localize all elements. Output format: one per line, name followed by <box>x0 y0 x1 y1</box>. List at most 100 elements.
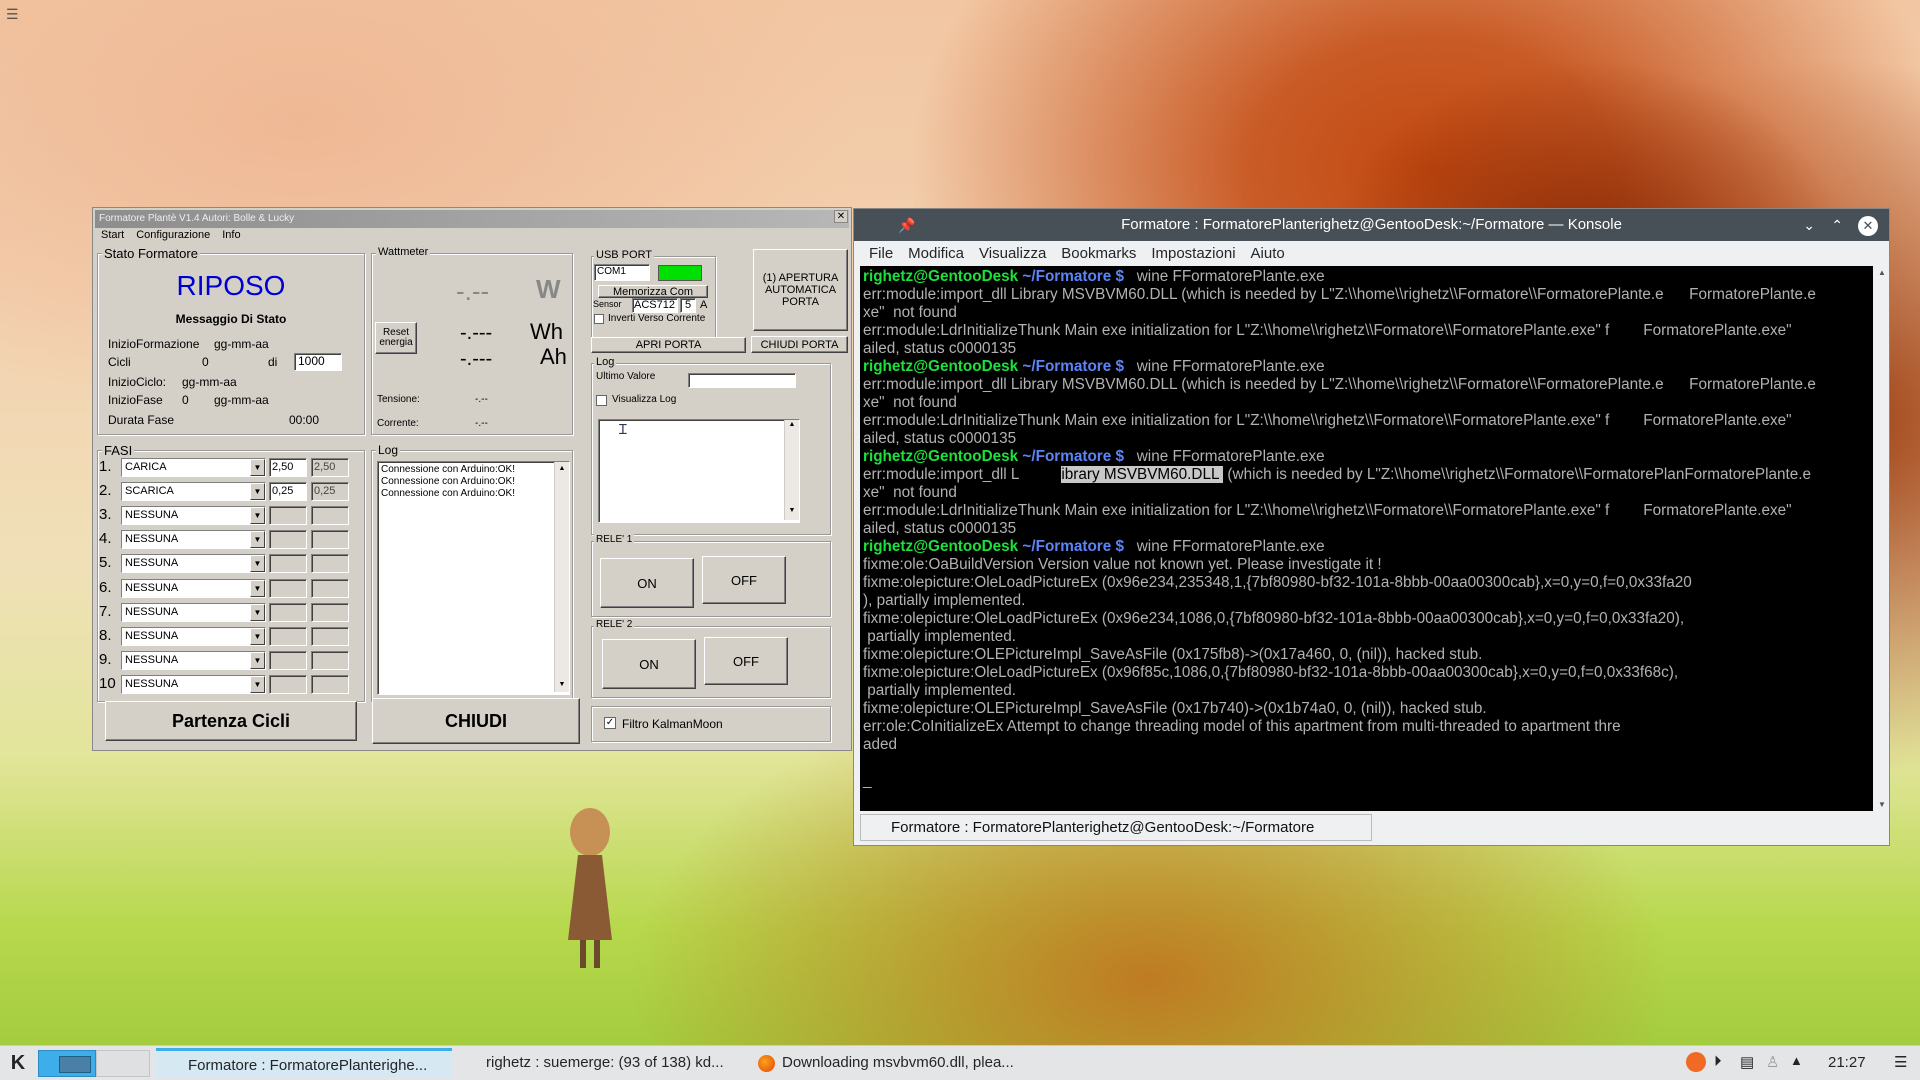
terminal-scrollbar[interactable]: ▲ ▼ <box>1876 266 1888 811</box>
fase-value-1[interactable] <box>269 530 307 550</box>
menu-bookmarks[interactable]: Bookmarks <box>1061 243 1136 265</box>
menu-info[interactable]: Info <box>222 229 240 245</box>
minimize-icon[interactable]: ⌄ <box>1803 209 1815 241</box>
menu-configurazione[interactable]: Configurazione <box>136 229 210 245</box>
log-value-textarea[interactable]: Ɪ ▲ ▼ <box>598 419 800 523</box>
taskbar: K Formatore : FormatorePlanterighe... ri… <box>0 1045 1920 1080</box>
user-icon[interactable]: ♙ <box>1766 1053 1779 1071</box>
fase-value-1[interactable] <box>269 578 307 598</box>
sensor-select[interactable]: ACS712 <box>632 298 678 313</box>
chevron-down-icon[interactable]: ▼ <box>250 651 265 669</box>
log-scrollbar[interactable]: ▲ ▼ <box>554 462 569 692</box>
fase-mode-value: NESSUNA <box>125 509 179 522</box>
reset-energia-button[interactable]: Reset energia <box>375 322 417 354</box>
scroll-down-icon[interactable]: ▼ <box>786 507 798 519</box>
menu-impostazioni[interactable]: Impostazioni <box>1151 243 1235 265</box>
tray-expand-icon[interactable]: ▲ <box>1790 1053 1803 1068</box>
pin-icon[interactable]: 📌 <box>898 209 915 241</box>
scroll-down-icon[interactable]: ▼ <box>1878 800 1886 809</box>
fase-value-1[interactable] <box>269 602 307 622</box>
kde-logo-icon[interactable]: K <box>6 1051 30 1075</box>
fase-mode-select[interactable]: NESSUNA ▼ <box>121 554 266 574</box>
fase-mode-select[interactable]: NESSUNA ▼ <box>121 674 266 694</box>
task-suemerge[interactable]: righetz : suemerge: (93 of 138) kd... <box>456 1048 748 1078</box>
fase-value-1[interactable] <box>269 650 307 670</box>
fase-value-1[interactable]: 0,25 <box>269 482 307 502</box>
menu-aiuto[interactable]: Aiuto <box>1251 243 1285 265</box>
pager-desktop[interactable] <box>59 1056 91 1073</box>
com-port-select[interactable]: COM1 <box>594 264 650 281</box>
maximize-icon[interactable]: ⌃ <box>1831 209 1843 241</box>
media-player-icon[interactable]: ⏵ <box>1714 1053 1722 1070</box>
clock[interactable]: 21:27 <box>1828 1054 1866 1071</box>
chevron-down-icon[interactable]: ▼ <box>250 531 265 549</box>
terminal-tab[interactable]: Formatore : FormatorePlanterighetz@Gento… <box>860 814 1372 841</box>
panel-menu-icon[interactable]: ☰ <box>1894 1053 1907 1071</box>
chevron-down-icon[interactable]: ▼ <box>250 555 265 573</box>
terminal-prompt-line: righetz@GentooDesk ~/Formatore $ wine FF… <box>863 538 1873 556</box>
visualizza-log-checkbox[interactable] <box>596 395 607 406</box>
apri-porta-button[interactable]: APRI PORTA <box>591 337 746 353</box>
chevron-down-icon[interactable]: ▼ <box>250 507 265 525</box>
pager[interactable] <box>38 1050 96 1077</box>
menu-visualizza[interactable]: Visualizza <box>979 243 1046 265</box>
fase-value-1[interactable] <box>269 674 307 694</box>
fase-mode-select[interactable]: NESSUNA ▼ <box>121 530 266 550</box>
chiudi-button[interactable]: CHIUDI <box>372 698 580 744</box>
log-value-scrollbar[interactable]: ▲ ▼ <box>784 420 799 520</box>
apertura-automatica-button[interactable]: (1) APERTURA AUTOMATICA PORTA <box>753 249 848 331</box>
memorizza-com-button[interactable]: Memorizza Com <box>598 285 708 298</box>
rele1-on-button[interactable]: ON <box>600 558 694 608</box>
prompt-command: wine FFormatorePlante.exe <box>1124 538 1325 555</box>
partenza-cicli-button[interactable]: Partenza Cicli <box>105 701 357 741</box>
rele2-on-button[interactable]: ON <box>602 639 696 689</box>
menu-start[interactable]: Start <box>101 229 124 245</box>
fase-value-1[interactable] <box>269 554 307 574</box>
notification-icon[interactable] <box>1686 1052 1706 1072</box>
terminal-output[interactable]: righetz@GentooDesk ~/Formatore $ wine FF… <box>860 266 1873 811</box>
fase-value-2: 2,50 <box>311 458 349 477</box>
cicli-total-input[interactable]: 1000 <box>294 353 342 371</box>
fase-mode-select[interactable]: NESSUNA ▼ <box>121 506 266 526</box>
ultimo-valore-input[interactable] <box>688 373 796 388</box>
fase-mode-select[interactable]: NESSUNA ▼ <box>121 626 266 646</box>
close-icon[interactable]: ✕ <box>1858 216 1878 236</box>
fase-mode-select[interactable]: NESSUNA ▼ <box>121 602 266 622</box>
task-firefox[interactable]: Downloading msvbvm60.dll, plea... <box>752 1048 1044 1078</box>
rele2-off-button[interactable]: OFF <box>704 637 788 685</box>
scroll-up-icon[interactable]: ▲ <box>786 421 798 433</box>
durata-fase-label: Durata Fase <box>108 413 175 427</box>
scroll-up-icon[interactable]: ▲ <box>556 463 568 475</box>
scroll-down-icon[interactable]: ▼ <box>556 679 568 691</box>
fase-value-1[interactable] <box>269 506 307 526</box>
fase-mode-select[interactable]: NESSUNA ▼ <box>121 650 266 670</box>
fase-value-1[interactable]: 2,50 <box>269 458 307 477</box>
pager-desktop-2[interactable] <box>96 1050 150 1077</box>
chevron-down-icon[interactable]: ▼ <box>250 483 265 501</box>
rele1-off-button[interactable]: OFF <box>702 556 786 604</box>
fase-mode-select[interactable]: SCARICA ▼ <box>121 482 266 502</box>
fase-mode-select[interactable]: CARICA ▼ <box>121 458 266 477</box>
terminal-prompt-line: righetz@GentooDesk ~/Formatore $ wine FF… <box>863 358 1873 376</box>
menu-modifica[interactable]: Modifica <box>908 243 964 265</box>
rele2-group: RELE' 2 ON OFF <box>591 619 831 698</box>
task-formatore[interactable]: Formatore : FormatorePlanterighe... <box>156 1048 452 1078</box>
scroll-up-icon[interactable]: ▲ <box>1878 268 1886 277</box>
chevron-down-icon[interactable]: ▼ <box>250 603 265 621</box>
inverti-checkbox[interactable] <box>594 314 604 324</box>
chevron-down-icon[interactable]: ▼ <box>250 459 265 476</box>
fase-value-1[interactable] <box>269 626 307 646</box>
chiudi-porta-button[interactable]: CHIUDI PORTA <box>751 336 848 353</box>
desktop-menu-icon[interactable]: ☰ <box>6 6 24 22</box>
ultimo-valore-label: Ultimo Valore <box>596 371 656 382</box>
chevron-down-icon[interactable]: ▼ <box>250 579 265 597</box>
fase-mode-select[interactable]: NESSUNA ▼ <box>121 578 266 598</box>
close-icon[interactable]: ✕ <box>834 210 848 223</box>
amp-input[interactable]: 5 <box>680 298 696 313</box>
menu-file[interactable]: File <box>869 243 893 265</box>
filtro-checkbox[interactable]: ✓ <box>604 717 616 729</box>
chevron-down-icon[interactable]: ▼ <box>250 627 265 645</box>
log-textarea[interactable]: Connessione con Arduino:OK! Connessione … <box>377 461 570 695</box>
clipboard-icon[interactable]: ▤ <box>1740 1053 1754 1071</box>
chevron-down-icon[interactable]: ▼ <box>250 675 265 693</box>
